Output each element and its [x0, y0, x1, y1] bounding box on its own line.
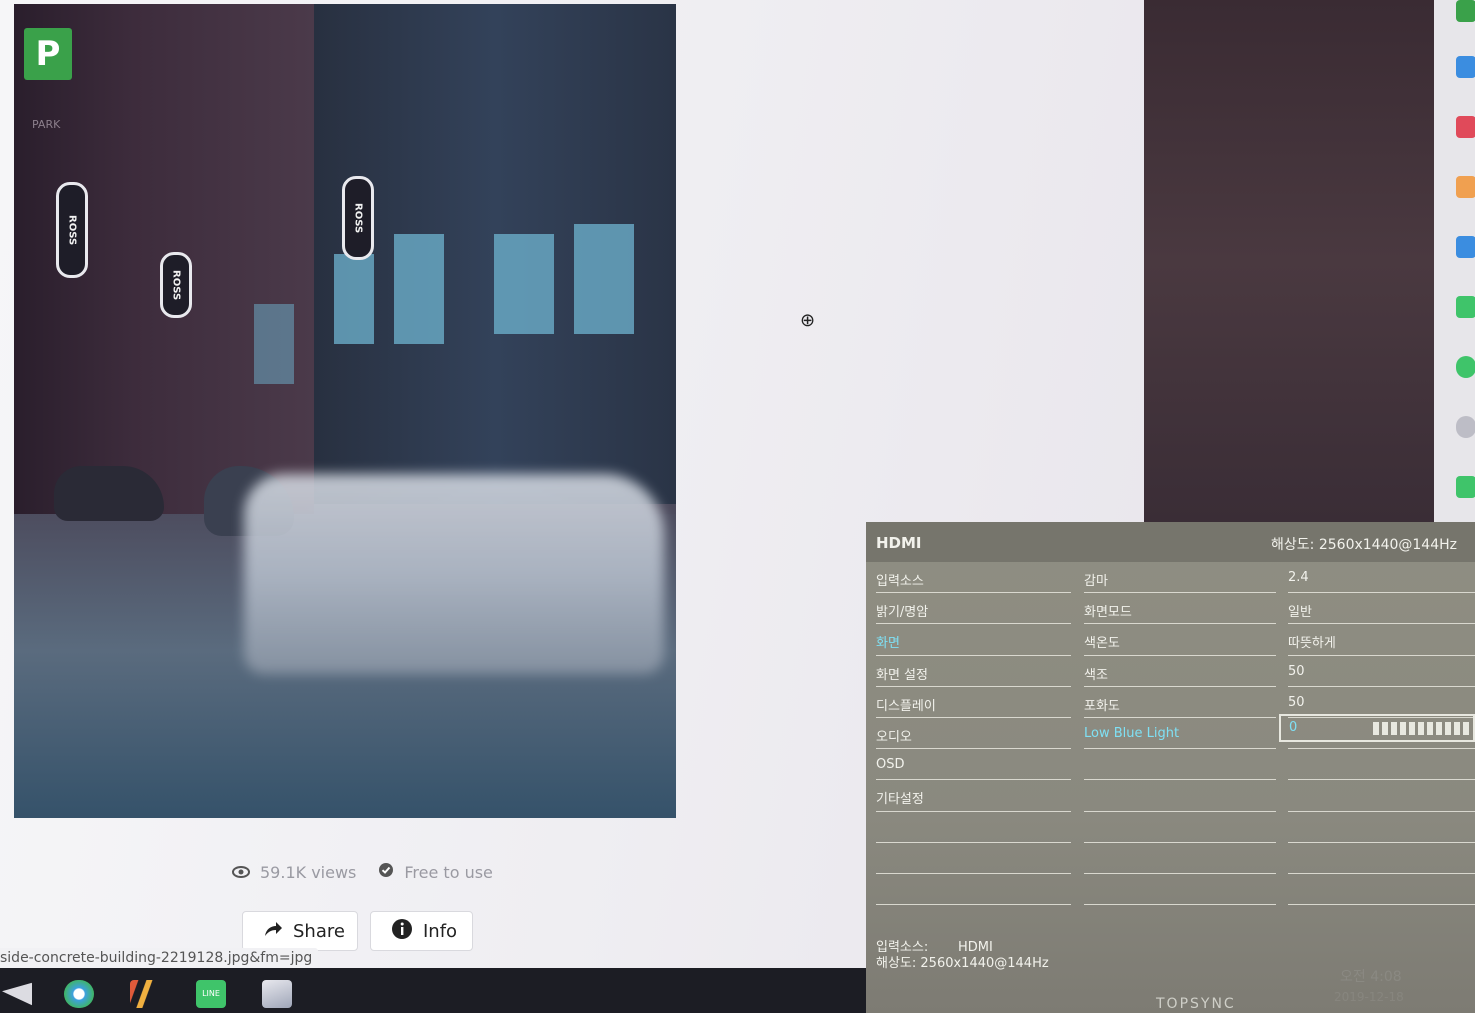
osd-settings-labels: 감마 화면모드 색온도 색조 포화도 Low Blue Light — [1084, 562, 1276, 906]
window — [394, 234, 444, 344]
osd-menu-item[interactable]: 화면 설정 — [876, 656, 1071, 687]
system-clock[interactable]: 오전 4:08 — [1340, 966, 1402, 986]
osd-setting-label[interactable]: 감마 — [1084, 562, 1276, 594]
monitor-brand-logo: TOPSYNC — [1156, 996, 1236, 1012]
parked-car — [54, 466, 164, 521]
footer-input-value: HDMI — [958, 940, 993, 955]
low-blue-light-slider[interactable]: 0 — [1279, 714, 1475, 742]
low-blue-light-value: 0 — [1289, 720, 1298, 735]
osd-empty-row — [1084, 749, 1276, 781]
osd-setting-label[interactable]: 색조 — [1084, 656, 1276, 687]
photo-meta: 59.1K views Free to use — [232, 862, 493, 882]
app-icon[interactable] — [130, 980, 160, 1008]
osd-input-title: HDMI — [876, 534, 922, 552]
osd-menu-item[interactable]: 입력소스 — [876, 562, 1071, 594]
eye-icon — [232, 863, 250, 882]
osd-setting-label[interactable]: 색온도 — [1084, 624, 1276, 656]
osd-empty-row — [1084, 780, 1276, 812]
osd-empty-row — [1288, 749, 1475, 781]
osd-empty-row — [876, 812, 1071, 843]
osd-setting-value: 일반 — [1288, 593, 1475, 625]
app-sidebar — [1434, 0, 1475, 522]
osd-header: HDMI 해상도: 2560x1440@144Hz — [866, 522, 1475, 562]
osd-setting-label[interactable]: 화면모드 — [1084, 593, 1276, 625]
sidebar-app-icon[interactable] — [1456, 296, 1475, 318]
osd-menu-item-active[interactable]: 화면 — [876, 624, 1071, 656]
osd-menu-item[interactable]: OSD — [876, 749, 1071, 781]
share-label: Share — [293, 920, 345, 942]
sidebar-app-icon[interactable] — [1456, 56, 1475, 78]
views-count: 59.1K views — [260, 862, 357, 882]
store-sign: ROSS — [160, 252, 192, 318]
osd-setting-value: 2.4 — [1288, 562, 1475, 594]
monitor-osd-menu: HDMI 해상도: 2560x1440@144Hz 입력소스 밝기/명암 화면 … — [866, 522, 1475, 1013]
sidebar-app-icon[interactable] — [1456, 416, 1475, 438]
status-bar-url: side-concrete-building-2219128.jpg&fm=jp… — [0, 948, 319, 968]
osd-menu-item[interactable]: 오디오 — [876, 718, 1071, 750]
osd-empty-row — [876, 843, 1071, 874]
store-sign: ROSS — [56, 182, 88, 278]
osd-footer: 입력소스: HDMI 해상도: 2560x1440@144Hz — [876, 940, 1049, 972]
info-icon — [391, 918, 413, 945]
osd-menu-item[interactable]: 디스플레이 — [876, 687, 1071, 718]
osd-empty-row — [1084, 812, 1276, 843]
sidebar-app-icon[interactable] — [1456, 476, 1475, 498]
osd-setting-label-active[interactable]: Low Blue Light — [1084, 718, 1276, 750]
osd-menu-item[interactable]: 밝기/명암 — [876, 593, 1071, 625]
system-date: 2019-12-18 — [1334, 990, 1404, 1004]
sidebar-app-icon[interactable] — [1456, 356, 1475, 378]
slider-track — [1373, 722, 1469, 735]
window — [574, 224, 634, 334]
info-label: Info — [423, 920, 458, 942]
window — [494, 234, 554, 334]
footer-input-label: 입력소스: — [876, 940, 929, 955]
osd-menu-item[interactable]: 기타설정 — [876, 780, 1071, 812]
window — [334, 254, 374, 344]
desktop-background — [1144, 0, 1434, 522]
license-text: Free to use — [404, 862, 493, 882]
store-sign: ROSS — [342, 176, 374, 260]
info-button[interactable]: Info — [370, 911, 473, 951]
line-icon[interactable]: LINE — [196, 980, 226, 1008]
zoom-cursor-icon: ⊕ — [800, 310, 816, 331]
license-stat: Free to use — [378, 862, 493, 882]
osd-setting-value: 따뜻하게 — [1288, 624, 1475, 656]
osd-empty-row — [1288, 843, 1475, 874]
photo-preview[interactable]: P ROSS ROSS ROSS PARK — [14, 4, 676, 818]
osd-empty-row — [1084, 843, 1276, 874]
osd-empty-row — [1084, 874, 1276, 906]
footer-resolution-label: 해상도: — [876, 956, 917, 971]
logo-icon: P — [24, 28, 72, 80]
osd-setting-label[interactable]: 포화도 — [1084, 687, 1276, 718]
park-sign: PARK — [32, 118, 61, 131]
views-stat: 59.1K views — [232, 863, 356, 882]
share-arrow-icon — [263, 921, 283, 942]
sidebar-app-icon[interactable] — [1456, 116, 1475, 138]
share-button[interactable]: Share — [242, 911, 358, 951]
sidebar-app-icon[interactable] — [1456, 0, 1475, 22]
window — [254, 304, 294, 384]
osd-empty-row — [1288, 874, 1475, 906]
sidebar-app-icon[interactable] — [1456, 236, 1475, 258]
osd-empty-row — [876, 874, 1071, 906]
browser-icon[interactable] — [64, 980, 94, 1008]
check-circle-icon — [378, 862, 394, 882]
osd-setting-value: 50 — [1288, 656, 1475, 687]
sidebar-app-icon[interactable] — [1456, 176, 1475, 198]
osd-menu-list: 입력소스 밝기/명암 화면 화면 설정 디스플레이 오디오 OSD 기타설정 — [876, 562, 1071, 906]
osd-empty-row — [1288, 812, 1475, 843]
osd-resolution: 해상도: 2560x1440@144Hz — [1271, 537, 1457, 553]
notes-icon[interactable] — [262, 980, 292, 1008]
footer-resolution-value: 2560x1440@144Hz — [920, 956, 1049, 971]
osd-empty-row — [1288, 780, 1475, 812]
moving-car — [244, 474, 664, 674]
